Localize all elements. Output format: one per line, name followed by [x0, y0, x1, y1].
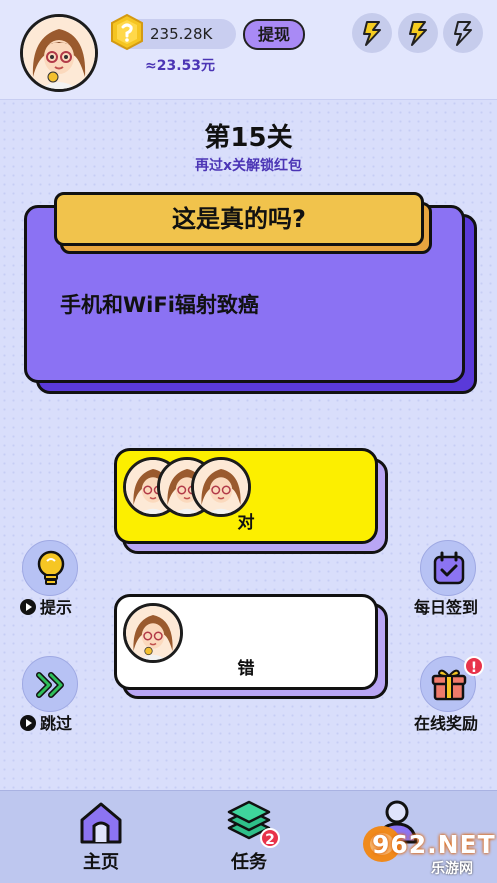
question-title: 这是真的吗? — [54, 192, 424, 246]
skip-forward-icon — [36, 672, 64, 698]
online-reward-label[interactable]: 在线奖励 — [414, 710, 478, 734]
user-avatar[interactable] — [20, 14, 98, 92]
coin-icon — [108, 13, 146, 51]
skip-label-row[interactable]: 跳过 — [20, 710, 72, 734]
coin-balance-value: 235.28K — [150, 25, 213, 43]
nav-tasks-label[interactable]: 任务 — [224, 848, 274, 874]
skip-label: 跳过 — [40, 714, 73, 733]
answer-no-label: 错 — [237, 659, 255, 679]
lightbulb-icon — [37, 550, 65, 585]
girl-portrait-icon — [126, 606, 180, 660]
video-play-icon — [20, 599, 36, 615]
skip-button[interactable] — [22, 656, 78, 712]
energy-slot-1 — [352, 13, 392, 53]
girl-portrait-icon — [23, 17, 95, 89]
reward-alert-badge: ! — [464, 656, 484, 676]
lightning-icon — [409, 21, 427, 46]
home-icon — [80, 802, 122, 844]
daily-checkin-button[interactable] — [420, 540, 476, 596]
lightning-icon — [454, 21, 472, 46]
level-subtitle: 再过x关解锁红包 — [194, 158, 303, 174]
answer-no-button[interactable]: 错 — [114, 594, 378, 690]
answer-yes-label: 对 — [237, 513, 255, 533]
watermark-text: 962.NET — [372, 830, 496, 859]
watermark-subtext: 乐游网 — [431, 861, 473, 877]
daily-checkin-label[interactable]: 每日签到 — [414, 594, 478, 618]
girl-portrait-icon — [194, 460, 248, 514]
nav-home-button[interactable] — [76, 800, 126, 846]
level-title: 第15关 — [204, 123, 293, 153]
cash-equivalent: ≈23.53元 — [145, 58, 216, 74]
hint-button[interactable] — [22, 540, 78, 596]
lightning-icon — [363, 21, 381, 46]
question-text: 手机和WiFi辐射致癌 — [60, 293, 259, 317]
energy-slot-3 — [443, 13, 483, 53]
answer-yes-button[interactable]: 对 — [114, 448, 378, 544]
hint-label-row[interactable]: 提示 — [20, 594, 72, 618]
withdraw-button[interactable]: 提现 — [243, 19, 305, 50]
hint-label: 提示 — [40, 598, 73, 617]
energy-slot-2 — [398, 13, 438, 53]
calendar-check-icon — [433, 551, 465, 585]
nav-home-label[interactable]: 主页 — [76, 848, 126, 874]
video-play-icon — [20, 715, 36, 731]
tasks-count-badge: 2 — [260, 828, 280, 848]
